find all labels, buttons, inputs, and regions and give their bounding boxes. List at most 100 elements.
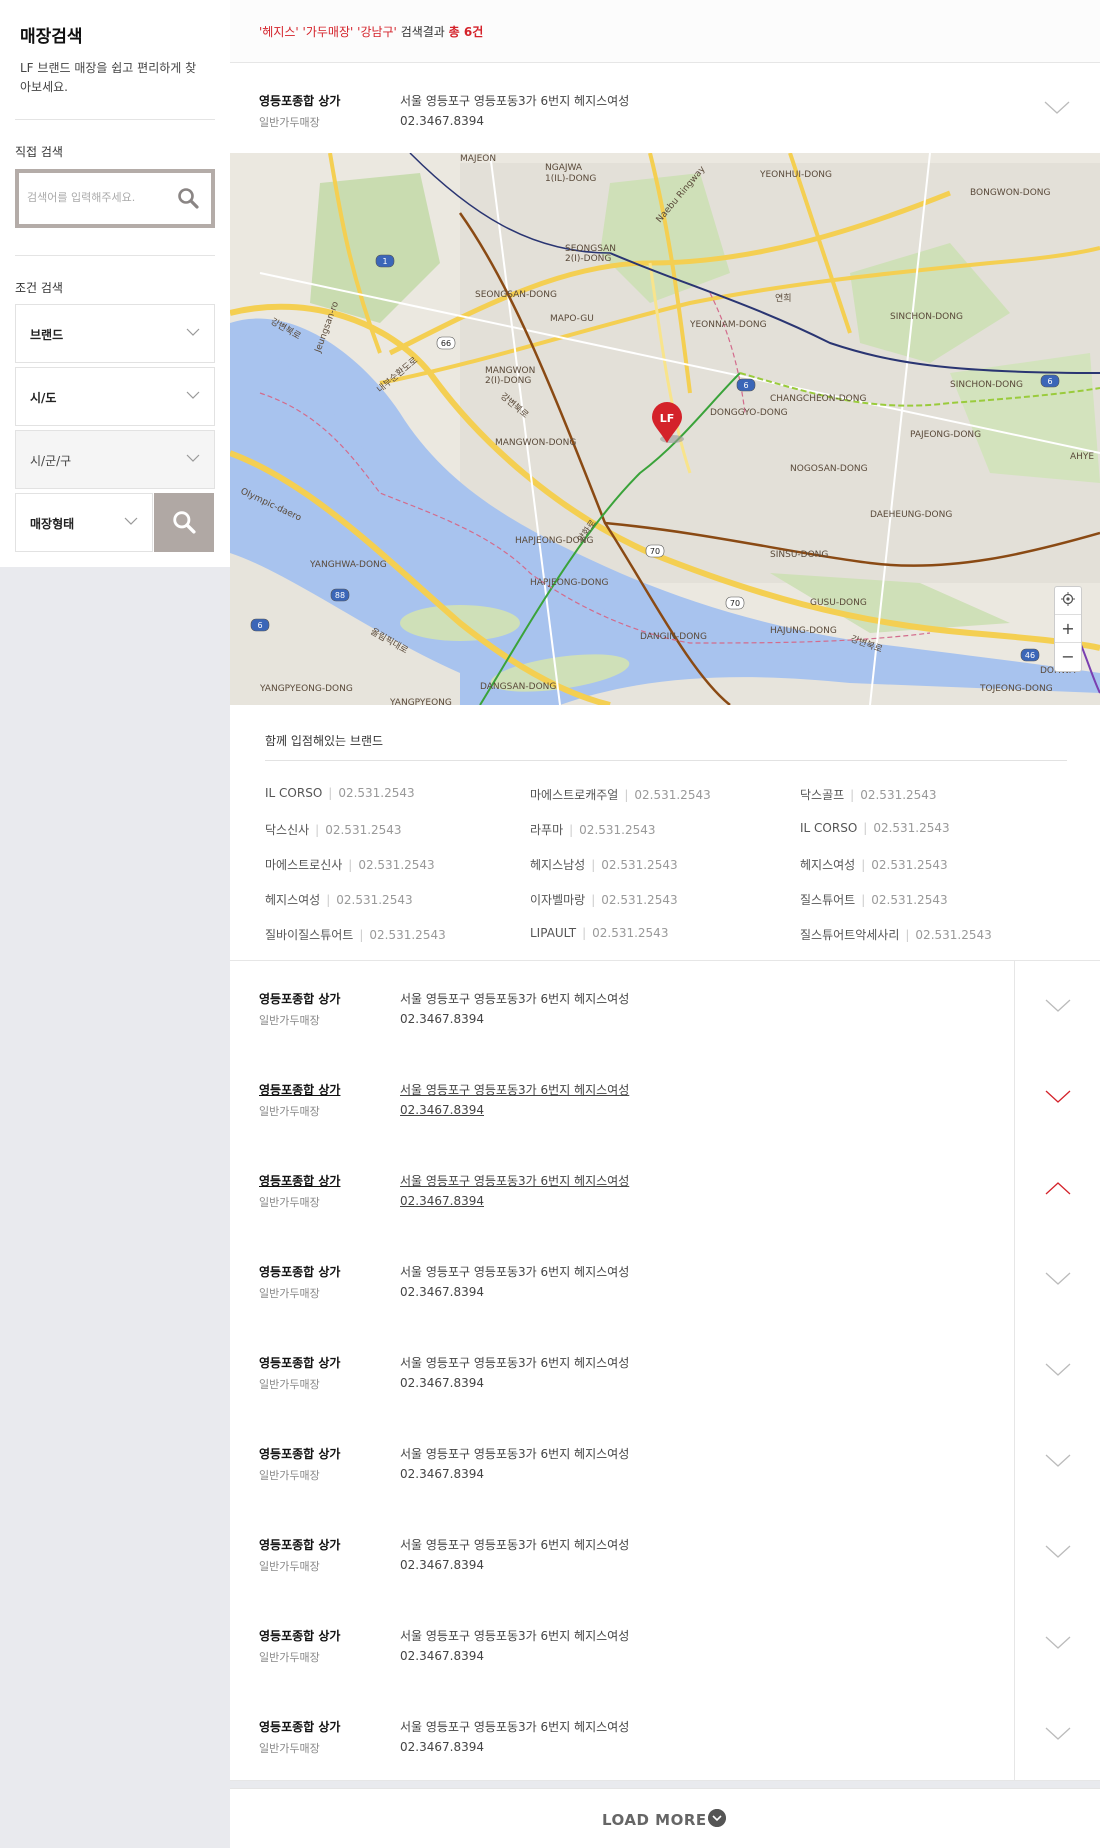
toggle-button[interactable] (1014, 1325, 1100, 1416)
query-region: '강남구' (357, 25, 397, 39)
chevron-down-icon (1045, 999, 1071, 1012)
toggle-button[interactable] (1014, 1052, 1100, 1143)
store-row[interactable]: 영등포종합 상가 일반가두매장 서울 영등포구 영등포동3가 6번지 헤지스여성 02… (230, 1234, 1100, 1326)
sidebar-title: 매장검색 (20, 27, 83, 47)
store-row[interactable]: 영등포종합 상가 일반가두매장 서울 영등포구 영등포동3가 6번지 헤지스여성 02… (230, 1416, 1100, 1508)
sidebar-description: LF 브랜드 매장을 쉽고 편리하게 찾아보세요. (20, 61, 197, 94)
map-label: MAJEON (460, 154, 496, 164)
brand-item: 마에스트로신사 | 02.531.2543 (265, 856, 435, 873)
toggle-button[interactable] (1014, 1143, 1100, 1234)
marker-label: LF (660, 412, 675, 425)
toggle-button[interactable] (1014, 1507, 1100, 1598)
brand-item: 헤지스여성 | 02.531.2543 (265, 891, 413, 908)
chevron-down-icon (1044, 101, 1070, 114)
zoom-in-button[interactable]: + (1055, 615, 1081, 643)
separator: | (591, 858, 596, 872)
brand-phone: 02.531.2543 (358, 858, 435, 872)
separator: | (328, 786, 333, 800)
map-label: NOGOSAN-DONG (790, 464, 868, 474)
store-type: 일반가두매장 (259, 1287, 320, 1300)
store-address: 서울 영등포구 영등포동3가 6번지 헤지스여성 (400, 1174, 630, 1188)
store-row[interactable]: 영등포종합 상가 일반가두매장 서울 영등포구 영등포동3가 6번지 헤지스여성 02… (230, 1325, 1100, 1417)
map-label: SEONGSAN-DONG (475, 290, 557, 300)
query-brand: '헤지스' (259, 25, 299, 39)
toggle-button[interactable] (1014, 1416, 1100, 1507)
route-number: 66 (441, 339, 451, 348)
search-icon (173, 511, 196, 534)
store-phone: 02.3467.8394 (400, 114, 484, 128)
brand-name: 질스튜어트악세사리 (800, 928, 900, 942)
store-row[interactable]: 영등포종합 상가 일반가두매장 서울 영등포구 영등포동3가 6번지 헤지스여성 02… (230, 1507, 1100, 1599)
brand-item: 닥스신사 | 02.531.2543 (265, 821, 402, 838)
brand-phone: 02.531.2543 (338, 786, 415, 800)
sido-select[interactable]: 시/도 (15, 367, 215, 426)
route-badge: 6 (736, 378, 756, 392)
sigungu-select-label: 시/군/구 (30, 454, 72, 468)
map-label: MAPO-GU (550, 314, 594, 324)
store-row[interactable]: 영등포종합 상가 일반가두매장 서울 영등포구 영등포동3가 6번지 헤지스여성 02… (230, 961, 1100, 1053)
store-type-select-label: 매장형태 (30, 517, 75, 531)
brand-phone: 02.531.2543 (601, 858, 678, 872)
store-type: 일반가두매장 (259, 1105, 320, 1118)
search-icon[interactable] (177, 187, 199, 209)
store-type-select[interactable]: 매장형태 (15, 493, 153, 552)
route-number: 70 (650, 547, 660, 556)
store-map[interactable]: MAJEON NGAJWA 1(IL)-DONG YEONHUI-DONG BONGWO… (230, 153, 1100, 705)
route-badge: 66 (436, 336, 456, 350)
brand-name: 질스튜어트 (800, 893, 856, 907)
load-more-button[interactable]: LOAD MORE (230, 1788, 1100, 1848)
brand-item: LIPAULT | 02.531.2543 (530, 926, 668, 940)
store-address: 서울 영등포구 영등포동3가 6번지 헤지스여성 (400, 1538, 630, 1552)
search-input[interactable] (27, 187, 167, 207)
map-label: TOJEONG-DONG (979, 684, 1053, 694)
query-type: '가두매장' (302, 25, 354, 39)
map-label: 연희 (775, 292, 792, 304)
brand-item: IL CORSO | 02.531.2543 (800, 821, 950, 835)
map-label: DANGIN-DONG (640, 632, 707, 642)
map-label: 2(I)-DONG (485, 376, 531, 386)
chevron-down-icon (124, 517, 138, 525)
store-row[interactable]: 영등포종합 상가 일반가두매장 서울 영등포구 영등포동3가 6번지 헤지스여성 02… (230, 1052, 1100, 1144)
route-badge: 88 (330, 588, 350, 602)
brand-item: 헤지스여성 | 02.531.2543 (800, 856, 948, 873)
separator: | (582, 926, 587, 940)
brand-item: 이자벨마랑 | 02.531.2543 (530, 891, 678, 908)
store-phone: 02.3467.8394 (400, 1740, 484, 1754)
map-label: SINSU-DONG (770, 550, 828, 560)
store-row-expanded[interactable]: 영등포종합 상가 일반가두매장 서울 영등포구 영등포동3가 6번지 헤지스여성… (230, 63, 1100, 155)
separator: | (326, 893, 331, 907)
toggle-button[interactable] (1014, 1689, 1100, 1780)
locate-button[interactable] (1055, 587, 1081, 615)
store-type: 일반가두매장 (259, 1469, 320, 1482)
brand-phone: 02.531.2543 (873, 821, 950, 835)
toggle-button[interactable] (1014, 1234, 1100, 1325)
toggle-button[interactable] (1014, 63, 1100, 154)
route-number: 6 (1047, 377, 1052, 386)
brand-select[interactable]: 브랜드 (15, 304, 215, 363)
store-row[interactable]: 영등포종합 상가 일반가두매장 서울 영등포구 영등포동3가 6번지 헤지스여성 02… (230, 1689, 1100, 1781)
store-row[interactable]: 영등포종합 상가 일반가두매장 서울 영등포구 영등포동3가 6번지 헤지스여성 02… (230, 1598, 1100, 1690)
brand-name: 닥스신사 (265, 823, 310, 837)
route-badge: 6 (1040, 374, 1060, 388)
brand-phone: 02.531.2543 (325, 823, 402, 837)
sigungu-select[interactable]: 시/군/구 (15, 430, 215, 489)
brand-select-label: 브랜드 (30, 328, 64, 342)
map-label: HAJUNG-DONG (770, 626, 837, 636)
brand-name: 마에스트로캐주얼 (530, 788, 619, 802)
brand-name: 마에스트로신사 (265, 858, 343, 872)
toggle-button[interactable] (1014, 961, 1100, 1052)
divider (265, 760, 1067, 761)
separator: | (905, 928, 910, 942)
map-label: SINCHON-DONG (890, 312, 963, 322)
brand-item: 라푸마 | 02.531.2543 (530, 821, 656, 838)
brand-phone: 02.531.2543 (579, 823, 656, 837)
condition-search-button[interactable] (154, 493, 214, 552)
zoom-out-button[interactable]: − (1055, 643, 1081, 671)
toggle-button[interactable] (1014, 1598, 1100, 1689)
store-location-marker[interactable]: LF (650, 401, 684, 445)
map-label: HAPJEONG-DONG (530, 578, 608, 588)
store-type: 일반가두매장 (259, 1014, 320, 1027)
map-pin-icon: LF (652, 402, 684, 443)
brand-item: 질바이질스튜어트 | 02.531.2543 (265, 926, 446, 943)
store-row[interactable]: 영등포종합 상가 일반가두매장 서울 영등포구 영등포동3가 6번지 헤지스여성 02… (230, 1143, 1100, 1235)
